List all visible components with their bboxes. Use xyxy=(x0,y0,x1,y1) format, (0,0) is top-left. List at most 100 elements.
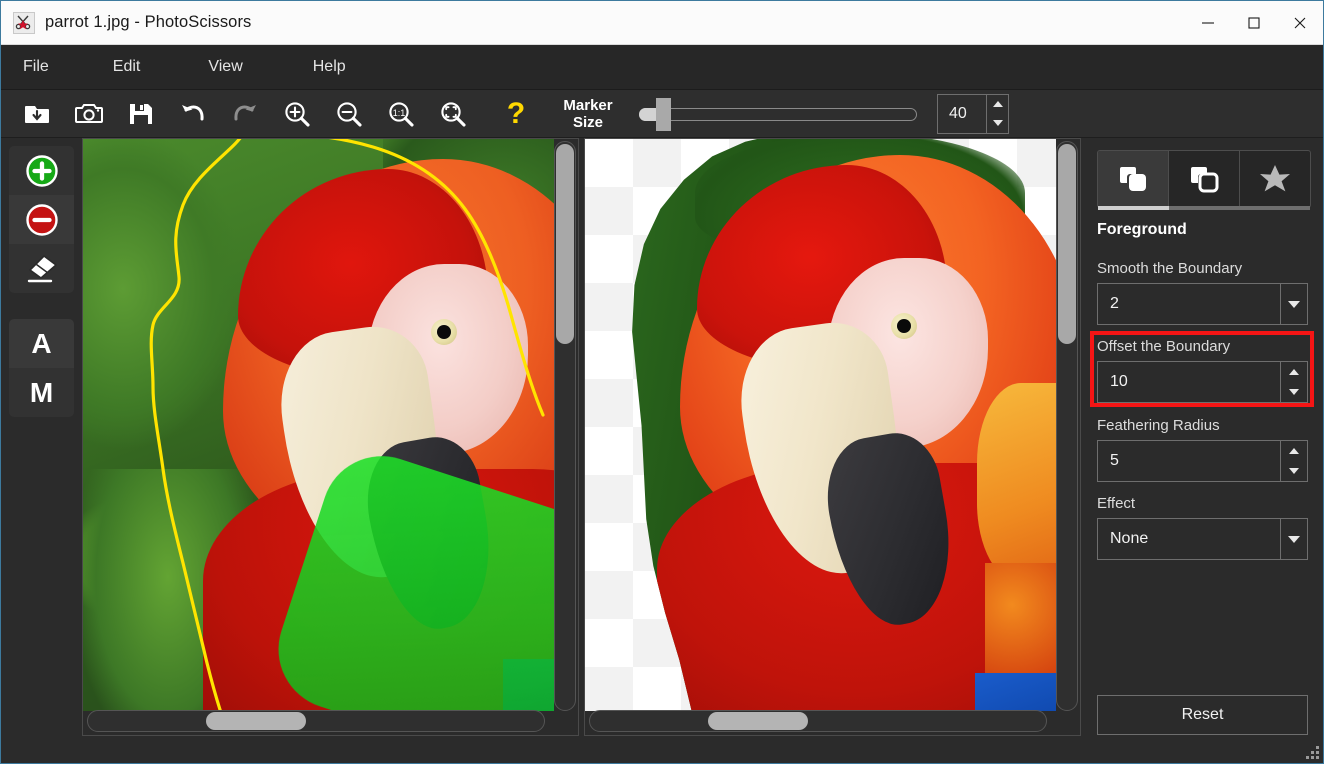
parrot-blue-wing xyxy=(975,673,1056,711)
parrot-pupil xyxy=(897,319,911,333)
layers-front-icon xyxy=(1116,163,1150,195)
panel-section-title: Foreground xyxy=(1097,221,1187,239)
resize-grip-icon[interactable] xyxy=(1305,746,1319,760)
result-horizontal-scrollbar[interactable] xyxy=(589,710,1047,732)
settings-panel: Foreground Smooth the Boundary 2 Offset … xyxy=(1086,138,1323,764)
photoscissors-window: parrot 1.jpg - PhotoScissors File Edit xyxy=(0,0,1324,764)
source-image-canvas[interactable] xyxy=(83,139,554,711)
source-image-pane xyxy=(82,138,579,736)
chevron-up-icon xyxy=(1289,369,1299,375)
marker-size-value[interactable]: 40 xyxy=(938,95,986,133)
cutout-content xyxy=(585,139,1056,711)
offset-the-boundary-label: Offset the Boundary xyxy=(1097,338,1230,355)
feathering-radius-increment-button[interactable] xyxy=(1281,441,1307,461)
eraser-icon xyxy=(24,252,60,286)
redo-button[interactable] xyxy=(219,91,271,137)
zoom-actual-size-button[interactable]: 1:1 xyxy=(375,91,427,137)
tab-effects[interactable] xyxy=(1240,151,1310,207)
menu-item-edit[interactable]: Edit xyxy=(103,52,151,82)
tool-eraser[interactable] xyxy=(9,244,74,293)
marker-size-label: Marker Size xyxy=(555,97,621,131)
feathering-radius-spin-buttons xyxy=(1280,441,1307,481)
plus-circle-green-icon xyxy=(25,154,59,188)
zoom-fit-button[interactable] xyxy=(427,91,479,137)
result-horizontal-scroll-thumb[interactable] xyxy=(708,712,808,730)
result-vertical-scroll-thumb[interactable] xyxy=(1058,144,1076,344)
feathering-radius-field[interactable]: 5 xyxy=(1097,440,1308,482)
menu-item-help[interactable]: Help xyxy=(303,52,356,82)
feathering-radius-value[interactable]: 5 xyxy=(1098,441,1280,481)
marker-size-label-line2: Size xyxy=(573,114,603,131)
slider-thumb[interactable] xyxy=(656,98,671,131)
capture-button[interactable] xyxy=(63,91,115,137)
result-vertical-scrollbar[interactable] xyxy=(1056,141,1078,711)
chevron-up-icon xyxy=(1289,448,1299,454)
parrot-yellow-wing xyxy=(977,383,1056,583)
tab-active-underline xyxy=(1098,206,1310,210)
result-parrot-cutout[interactable] xyxy=(585,139,1056,711)
undo-arrow-icon xyxy=(177,99,209,129)
maximize-button[interactable] xyxy=(1231,1,1277,45)
marker-size-slider[interactable] xyxy=(631,91,919,137)
zoom-in-button[interactable] xyxy=(271,91,323,137)
feathering-radius-label: Feathering Radius xyxy=(1097,417,1220,434)
undo-button[interactable] xyxy=(167,91,219,137)
tool-auto-label: A xyxy=(31,330,51,358)
cutout-clip xyxy=(585,139,1056,711)
minimize-icon xyxy=(1200,15,1216,31)
star-icon xyxy=(1259,164,1291,194)
main-toolbar: 1:1 ? Marker Size 40 xyxy=(1,90,1323,138)
tab-foreground[interactable] xyxy=(1098,151,1169,207)
effect-dropdown-button[interactable] xyxy=(1280,519,1307,559)
close-icon xyxy=(1292,15,1308,31)
smooth-the-boundary-field[interactable]: 2 xyxy=(1097,283,1308,325)
smooth-the-boundary-value[interactable]: 2 xyxy=(1098,284,1280,324)
marker-size-decrement-button[interactable] xyxy=(987,114,1008,133)
tab-background[interactable] xyxy=(1169,151,1240,207)
floppy-disk-icon xyxy=(127,100,155,128)
chevron-down-icon xyxy=(1288,536,1300,543)
reset-button[interactable]: Reset xyxy=(1097,695,1308,735)
help-button[interactable]: ? xyxy=(495,91,537,137)
effect-value[interactable]: None xyxy=(1098,519,1280,559)
source-horizontal-scroll-thumb[interactable] xyxy=(206,712,306,730)
tool-foreground-marker[interactable] xyxy=(9,146,74,195)
title-bar: parrot 1.jpg - PhotoScissors xyxy=(1,1,1323,45)
window-title: parrot 1.jpg - PhotoScissors xyxy=(45,13,251,32)
minimize-button[interactable] xyxy=(1185,1,1231,45)
offset-the-boundary-increment-button[interactable] xyxy=(1281,362,1307,382)
chevron-down-icon xyxy=(1289,389,1299,395)
marker-size-increment-button[interactable] xyxy=(987,95,1008,114)
effect-field[interactable]: None xyxy=(1097,518,1308,560)
question-mark-icon: ? xyxy=(507,99,525,129)
save-button[interactable] xyxy=(115,91,167,137)
tool-group-modes: A M xyxy=(9,319,74,417)
source-vertical-scroll-thumb[interactable] xyxy=(556,144,574,344)
source-vertical-scrollbar[interactable] xyxy=(554,141,576,711)
tool-auto[interactable]: A xyxy=(9,319,74,368)
offset-the-boundary-value[interactable]: 10 xyxy=(1098,362,1280,402)
menu-bar: File Edit View Help xyxy=(1,45,1323,90)
result-preview-canvas[interactable] xyxy=(585,139,1056,711)
offset-the-boundary-decrement-button[interactable] xyxy=(1281,382,1307,402)
app-icon xyxy=(13,12,35,34)
smooth-the-boundary-dropdown-button[interactable] xyxy=(1280,284,1307,324)
camera-icon xyxy=(74,99,104,129)
tool-background-marker[interactable] xyxy=(9,195,74,244)
menu-item-file[interactable]: File xyxy=(13,52,59,82)
tool-rail: A M xyxy=(1,138,82,764)
tool-group-markers xyxy=(9,146,74,293)
slider-track[interactable] xyxy=(639,108,917,121)
maximize-icon xyxy=(1246,15,1262,31)
close-button[interactable] xyxy=(1277,1,1323,45)
tool-manual[interactable]: M xyxy=(9,368,74,417)
zoom-out-button[interactable] xyxy=(323,91,375,137)
folder-download-icon xyxy=(22,99,52,129)
feathering-radius-decrement-button[interactable] xyxy=(1281,461,1307,481)
offset-the-boundary-field[interactable]: 10 xyxy=(1097,361,1308,403)
chevron-down-icon xyxy=(1288,301,1300,308)
marker-size-spinner[interactable]: 40 xyxy=(937,94,1009,134)
source-horizontal-scrollbar[interactable] xyxy=(87,710,545,732)
open-image-button[interactable] xyxy=(11,91,63,137)
menu-item-view[interactable]: View xyxy=(198,52,252,82)
